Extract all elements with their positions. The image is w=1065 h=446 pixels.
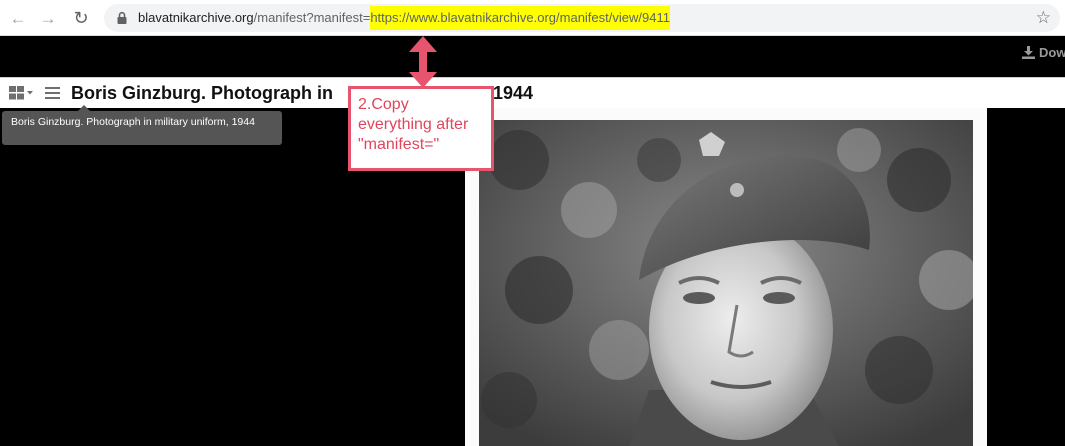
reload-button[interactable]: ↻ <box>69 6 93 30</box>
annotation-arrow-icon <box>409 36 437 88</box>
back-button[interactable]: ← <box>6 6 30 30</box>
image-canvas[interactable] <box>465 108 987 446</box>
download-icon <box>1022 46 1035 59</box>
url-path: /manifest?manifest= <box>253 10 371 25</box>
url-text[interactable]: blavatnikarchive.org/manifest?manifest=h… <box>138 4 670 32</box>
annotation-callout: 2.Copy everything after "manifest=" <box>348 86 494 171</box>
address-bar[interactable]: blavatnikarchive.org/manifest?manifest=h… <box>104 4 1060 32</box>
title-tooltip: Boris Ginzburg. Photograph in military u… <box>2 111 282 145</box>
star-icon[interactable]: ☆ <box>1036 7 1051 29</box>
arrow-right-icon: → <box>39 8 57 28</box>
screen: ← → ↻ blavatnikarchive.org/manifest?mani… <box>0 0 1065 446</box>
reload-icon: ↻ <box>73 8 89 28</box>
download-button[interactable]: Dow <box>1022 45 1065 60</box>
url-highlighted: https://www.blavatnikarchive.org/manifes… <box>370 6 670 30</box>
page-title-left: Boris Ginzburg. Photograph in <box>71 83 333 103</box>
hamburger-menu-icon[interactable] <box>45 86 60 100</box>
viewer-header: Dow <box>0 36 1065 72</box>
browser-toolbar: ← → ↻ blavatnikarchive.org/manifest?mani… <box>0 0 1065 36</box>
soldier-photo <box>479 120 973 446</box>
forward-button[interactable]: → <box>36 6 60 30</box>
portrait-image <box>479 120 973 446</box>
arrow-left-icon: ← <box>9 8 27 28</box>
viewer-titlebar: Boris Ginzburg. Photograph in, 1944 <box>0 77 1065 108</box>
download-label: Dow <box>1039 45 1065 60</box>
url-host: blavatnikarchive.org <box>138 10 254 25</box>
lock-icon[interactable] <box>115 11 129 25</box>
grid-view-icon[interactable] <box>9 86 37 100</box>
